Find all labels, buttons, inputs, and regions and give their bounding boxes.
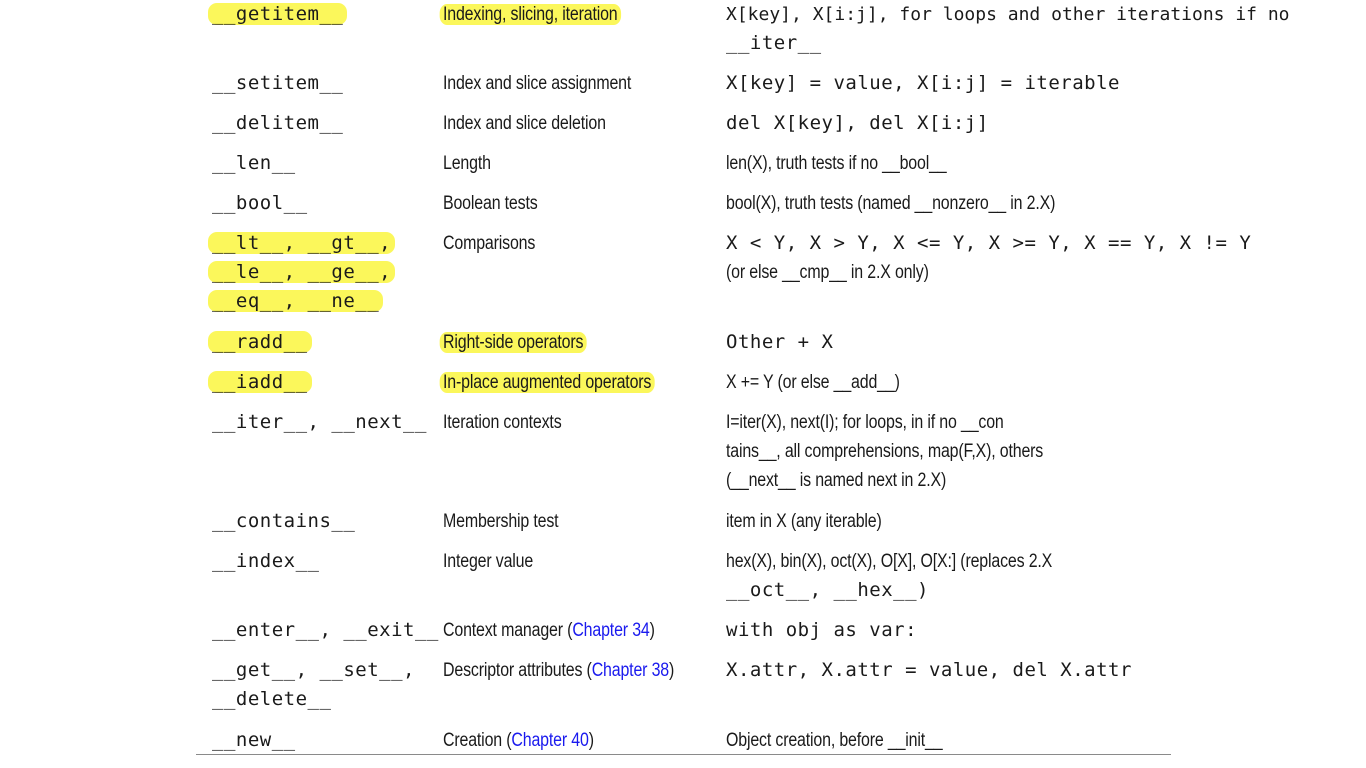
description: Iteration contexts — [443, 412, 562, 433]
method-name: __lt__, __gt__, __le__, __ge__, __eq__, … — [208, 229, 396, 316]
method-name-line: __le__, __ge__, — [208, 261, 396, 283]
description: Length — [443, 153, 491, 174]
usage: X < Y, X > Y, X <= Y, X >= Y, X == Y, X … — [726, 229, 1251, 287]
chapter-link[interactable]: Chapter 40 — [511, 730, 588, 751]
usage: bool(X), truth tests (named __nonzero__ … — [726, 193, 1056, 214]
description-text: Context manager ( — [443, 620, 573, 641]
description-text: ) — [588, 730, 594, 751]
method-name-line: __get__, __set__, — [212, 659, 415, 681]
usage-line: __oct__, __hex__) — [726, 579, 929, 601]
usage: Object creation, before __init__ — [726, 730, 943, 751]
method-name: __len__ — [212, 152, 296, 174]
description: Comparisons — [443, 233, 536, 254]
method-name-line: __lt__, __gt__, — [208, 232, 396, 254]
method-name: __index__ — [212, 550, 320, 572]
usage: X[key], X[i:j], for loops and other iter… — [726, 0, 1290, 58]
description: Indexing, slicing, iteration — [439, 0, 655, 29]
usage: del X[key], del X[i:j] — [726, 112, 989, 134]
method-name: __contains__ — [212, 510, 356, 532]
description: Context manager (Chapter 34) — [443, 616, 695, 645]
usage: X += Y (or else __add__) — [726, 372, 900, 393]
usage-line: I=iter(X), next(I); for loops, in if no … — [726, 412, 1004, 433]
usage-line: __iter__ — [726, 32, 822, 54]
description: Creation (Chapter 40) — [443, 726, 623, 755]
usage: I=iter(X), next(I); for loops, in if no … — [726, 408, 1104, 495]
chapter-link[interactable]: Chapter 34 — [572, 620, 649, 641]
usage-line: X < Y, X > Y, X <= Y, X >= Y, X == Y, X … — [726, 232, 1252, 254]
usage: with obj as var: — [726, 619, 918, 641]
description: Membership test — [443, 511, 559, 532]
usage: hex(X), bin(X), oct(X), O[X], O[X:] (rep… — [726, 547, 1114, 605]
description: Index and slice deletion — [443, 113, 606, 134]
usage: item in X (any iterable) — [726, 511, 882, 532]
operator-overloading-table: __getitem__ Indexing, slicing, iteration… — [0, 0, 1366, 768]
usage: X[key] = value, X[i:j] = iterable — [726, 72, 1120, 94]
description-text: Descriptor attributes ( — [443, 660, 592, 681]
method-name: __get__, __set__, __delete__ — [212, 656, 415, 714]
method-name: __radd__ — [208, 331, 312, 353]
method-name-line: __eq__, __ne__ — [208, 290, 384, 312]
usage-line: (or else __cmp__ in 2.X only) — [726, 262, 929, 283]
method-name: __iter__, __next__ — [212, 411, 427, 433]
chapter-link[interactable]: Chapter 38 — [592, 660, 669, 681]
usage: len(X), truth tests if no __bool__ — [726, 153, 947, 174]
method-name: __iadd__ — [208, 371, 312, 393]
description: In-place augmented operators — [439, 372, 655, 393]
description: Integer value — [443, 551, 534, 572]
method-name-line: __getitem__ — [208, 3, 348, 25]
usage-line: (__next__ is named next in 2.X) — [726, 470, 947, 491]
usage: Other + X — [726, 331, 834, 353]
method-name: __delitem__ — [212, 112, 344, 134]
description-text: ) — [668, 660, 675, 681]
method-name-line: __delete__ — [212, 688, 332, 710]
usage-line: X[key], X[i:j], for loops and other iter… — [726, 4, 1290, 25]
description: Index and slice assignment — [443, 73, 632, 94]
description-text: ) — [649, 620, 655, 641]
description-text: Indexing, slicing, iteration — [439, 4, 621, 25]
usage-line: tains__, all comprehensions, map(F,X), o… — [726, 441, 1044, 462]
method-name: __new__ — [212, 729, 296, 751]
description: Boolean tests — [443, 193, 538, 214]
method-name: __setitem__ — [212, 72, 344, 94]
method-name: __getitem__ — [208, 0, 348, 29]
method-name: __bool__ — [212, 192, 308, 214]
description: Right-side operators — [439, 332, 587, 353]
description: Descriptor attributes (Chapter 38) — [443, 656, 718, 685]
method-name: __enter__, __exit__ — [212, 619, 439, 641]
description-text: Creation ( — [443, 730, 512, 751]
table-bottom-rule — [196, 754, 1171, 755]
usage: X.attr, X.attr = value, del X.attr — [726, 659, 1132, 681]
usage-line: hex(X), bin(X), oct(X), O[X], O[X:] (rep… — [726, 551, 1053, 572]
